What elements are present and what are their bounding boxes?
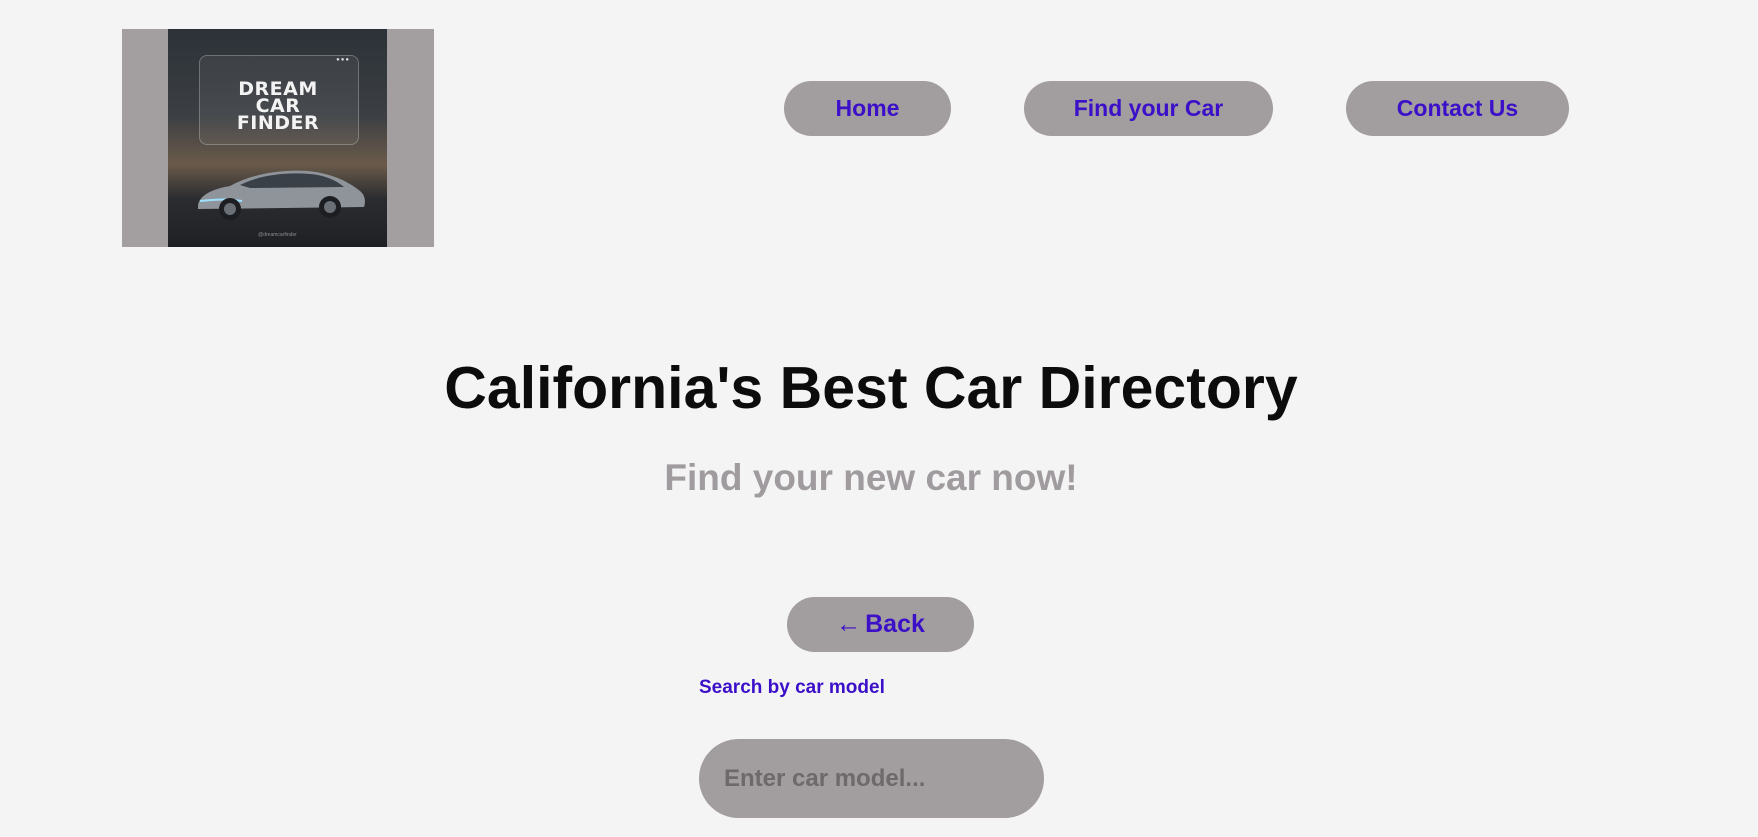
page-title: California's Best Car Directory: [444, 355, 1298, 421]
logo-card-toolbar: ●●●: [206, 57, 350, 63]
site-logo[interactable]: ●●● DREAM CAR FINDER @dreamcarfinder: [122, 29, 434, 247]
search-label: Search by car model: [699, 677, 885, 698]
logo-image: ●●● DREAM CAR FINDER @dreamcarfinder: [168, 29, 387, 247]
back-button[interactable]: ← Back: [787, 597, 974, 652]
car-icon: [198, 170, 365, 220]
nav-home-button[interactable]: Home: [784, 81, 951, 136]
logo-text-line-3: FINDER: [236, 112, 320, 134]
logo-tagline: @dreamcarfinder: [258, 232, 297, 238]
nav-find-your-car-button[interactable]: Find your Car: [1024, 81, 1273, 136]
dots-icon: ●●●: [336, 57, 350, 63]
nav-contact-us-button[interactable]: Contact Us: [1346, 81, 1569, 136]
logo-wordmark: DREAM CAR FINDER: [199, 80, 357, 134]
car-model-search-input[interactable]: [699, 739, 1044, 818]
arrow-left-icon: ←: [836, 610, 862, 638]
back-button-label: Back: [865, 610, 925, 638]
page-subtitle: Find your new car now!: [664, 457, 1078, 498]
page: ●●● DREAM CAR FINDER @dreamcarfinder Hom…: [0, 0, 1758, 837]
